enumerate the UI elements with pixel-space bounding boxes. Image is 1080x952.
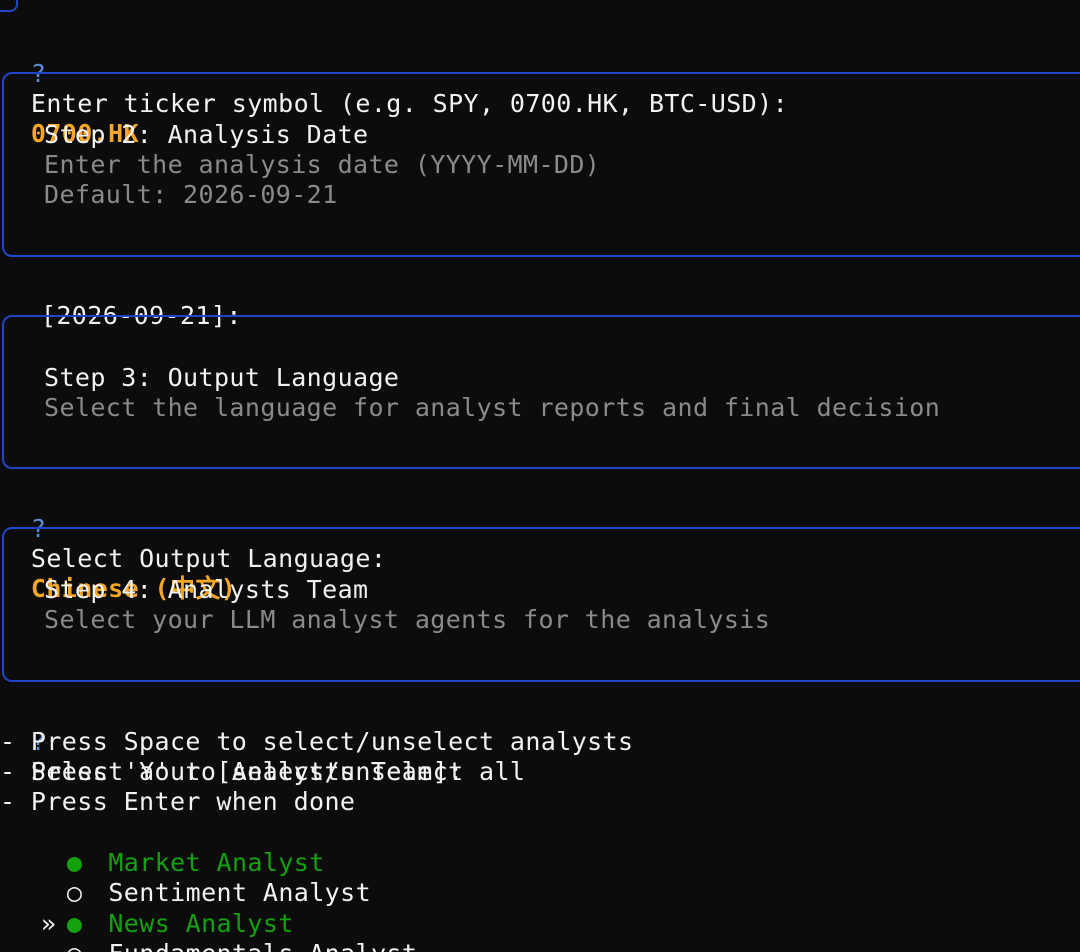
analysts-prompt-line: ? Select Your [Analysts Team]: (0, 697, 464, 786)
instruction-line: - Press Enter when done (0, 787, 356, 816)
ticker-prompt-line: ? Enter ticker symbol (e.g. SPY, 0700.HK… (0, 29, 788, 148)
step2-default: Default: 2026-09-21 (44, 180, 338, 209)
step3-subtitle: Select the language for analyst reports … (44, 393, 941, 422)
analyst-option-news[interactable]: » ● News Analyst (10, 879, 294, 938)
unselected-circle-icon: ○ (67, 939, 93, 952)
analyst-option-fundamentals[interactable]: ○ Fundamentals Analyst (10, 909, 417, 952)
step3-title: Step 3: Output Language (44, 363, 400, 392)
step4-title: Step 4: Analysts Team (44, 575, 369, 604)
step2-title: Step 2: Analysis Date (44, 120, 369, 149)
step2-subtitle: Enter the analysis date (YYYY-MM-DD) (44, 150, 601, 179)
language-prompt-line: ? Select Output Language: Chinese (中文) (0, 484, 386, 603)
analyst-option-market[interactable]: ● Market Analyst (10, 818, 325, 877)
step3-panel: Step 3: Output Language Select the langu… (2, 315, 1080, 469)
analyst-option-sentiment[interactable]: ○ Sentiment Analyst (10, 848, 371, 907)
previous-panel-edge (0, 0, 18, 12)
step4-panel: Step 4: Analysts Team Select your LLM an… (2, 527, 1080, 682)
step4-subtitle: Select your LLM analyst agents for the a… (44, 605, 771, 634)
step2-panel: Step 2: Analysis Date Enter the analysis… (2, 72, 1080, 257)
option-label: Fundamentals Analyst (108, 939, 417, 952)
instruction-line: - Press 'a' to select/unselect all (0, 757, 526, 786)
instruction-line: - Press Space to select/unselect analyst… (0, 727, 634, 756)
date-input-line[interactable]: [2026-09-21]: (10, 271, 242, 330)
